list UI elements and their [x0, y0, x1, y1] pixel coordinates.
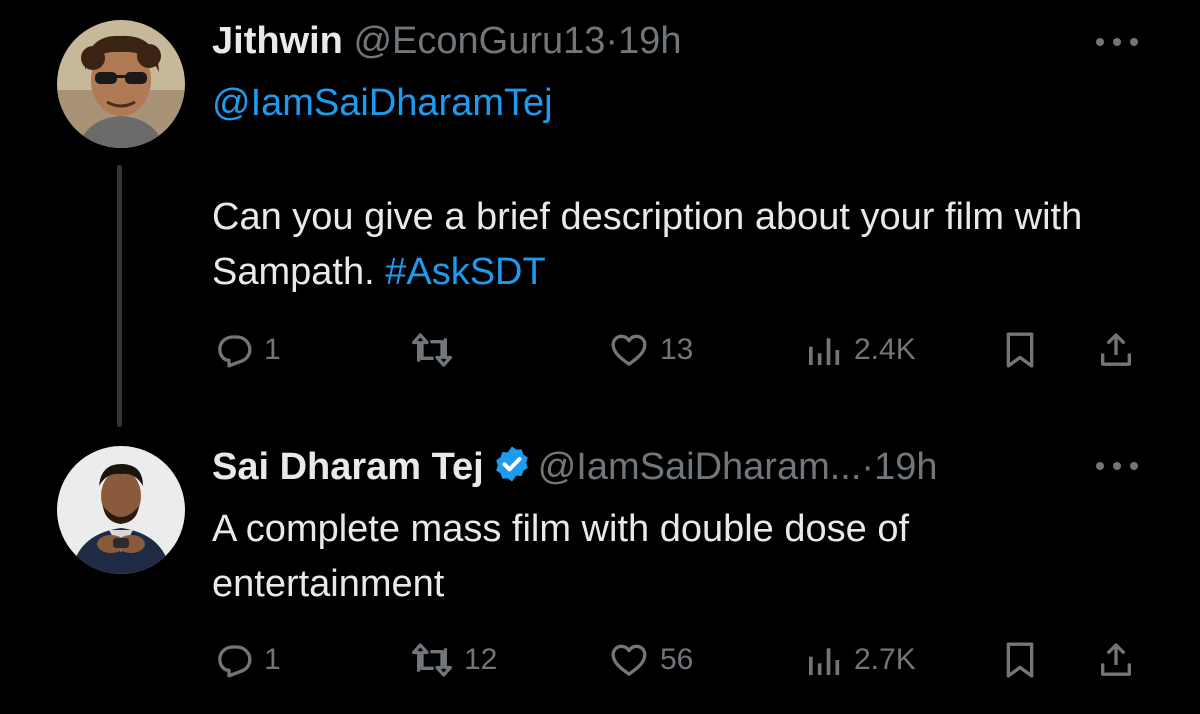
author-name[interactable]: Sai Dharam Tej	[212, 446, 484, 488]
bookmark-button[interactable]	[1000, 630, 1040, 690]
share-icon	[1101, 643, 1131, 676]
hashtag-link[interactable]: #AskSDT	[385, 251, 545, 293]
views-icon	[809, 338, 840, 365]
tweet-time[interactable]: 19h	[618, 20, 681, 62]
like-count: 56	[660, 643, 694, 676]
reply-button[interactable]: 1	[214, 630, 281, 690]
like-count: 13	[660, 333, 694, 366]
retweet-icon	[411, 333, 452, 367]
heart-icon	[611, 644, 647, 676]
share-icon	[1101, 333, 1131, 366]
retweet-icon	[411, 643, 452, 677]
avatar[interactable]	[57, 20, 185, 148]
retweet-button[interactable]: 12	[410, 630, 497, 690]
reply-icon	[218, 645, 252, 678]
share-button[interactable]	[1096, 630, 1136, 690]
separator-dot: ·	[861, 446, 875, 488]
share-button[interactable]	[1096, 320, 1136, 380]
mention-link[interactable]: @IamSaiDharamTej	[212, 80, 553, 126]
retweet-count: 12	[464, 643, 498, 676]
author-handle[interactable]: @EconGuru13	[353, 20, 605, 62]
tweet-text: Can you give a brief description about y…	[212, 190, 1132, 300]
views-count: 2.7K	[854, 643, 916, 676]
bookmark-icon	[1006, 642, 1034, 678]
author-name[interactable]: Jithwin	[212, 20, 343, 62]
reply-count: 1	[264, 643, 281, 676]
tweet-actions: 1 12 56 2.7K	[0, 630, 1200, 690]
tweet-header: Sai Dharam Tej @IamSaiDharam...·19h	[212, 444, 1140, 495]
like-button[interactable]: 56	[608, 630, 693, 690]
tweet-text: A complete mass film with double dose of…	[212, 508, 910, 605]
reply-count: 1	[264, 333, 281, 366]
avatar-man-sunglasses-image	[57, 20, 185, 148]
more-icon[interactable]	[1096, 460, 1138, 472]
separator-dot: ·	[605, 20, 619, 62]
heart-icon	[611, 334, 647, 366]
retweet-button[interactable]	[410, 320, 464, 380]
tweet-jithwin[interactable]: Jithwin @EconGuru13·19h @IamSaiDharamTej…	[0, 0, 1200, 427]
reply-icon	[218, 335, 252, 368]
tweet-sai-dharam-tej[interactable]: Sai Dharam Tej @IamSaiDharam...·19h A com…	[0, 420, 1200, 714]
tweet-actions: 1 13 2.4K	[0, 320, 1200, 380]
author-handle[interactable]: @IamSaiDharam...	[538, 446, 862, 488]
avatar-man-suit-image	[57, 446, 185, 574]
verified-badge-icon	[492, 444, 532, 495]
views-icon	[809, 648, 840, 675]
bookmark-icon	[1006, 332, 1034, 368]
more-icon[interactable]	[1096, 36, 1138, 48]
views-button[interactable]: 2.4K	[804, 320, 916, 380]
avatar[interactable]	[57, 446, 185, 574]
bookmark-button[interactable]	[1000, 320, 1040, 380]
views-button[interactable]: 2.7K	[804, 630, 916, 690]
views-count: 2.4K	[854, 333, 916, 366]
thread-connector-line	[117, 165, 122, 427]
tweet-text-content: Can you give a brief description about y…	[212, 196, 1083, 293]
tweet-header: Jithwin @EconGuru13·19h	[212, 18, 1140, 64]
like-button[interactable]: 13	[608, 320, 693, 380]
tweet-time[interactable]: 19h	[874, 446, 937, 488]
reply-button[interactable]: 1	[214, 320, 281, 380]
